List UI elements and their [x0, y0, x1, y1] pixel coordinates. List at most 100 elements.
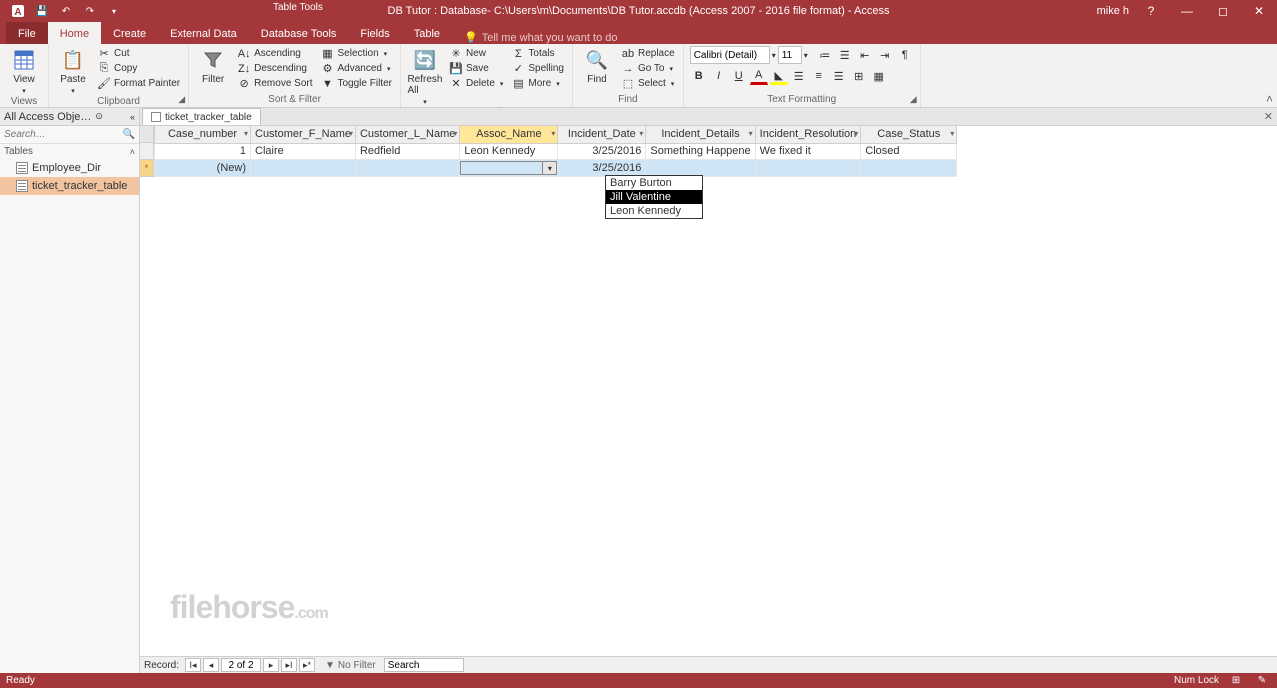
remove-sort-button[interactable]: ⊘Remove Sort: [235, 76, 314, 91]
collapse-ribbon-icon[interactable]: ˄: [1266, 92, 1273, 106]
tab-home[interactable]: Home: [48, 22, 101, 44]
column-header[interactable]: Incident_Date▾: [558, 126, 646, 143]
tab-file[interactable]: File: [6, 22, 48, 44]
indent-increase-icon[interactable]: ⇥: [876, 46, 894, 64]
numbering-icon[interactable]: ☰: [836, 46, 854, 64]
format-painter-button[interactable]: 🖌Format Painter: [95, 76, 182, 91]
align-center-icon[interactable]: ≡: [810, 67, 828, 85]
select-button[interactable]: ⬚Select▾: [619, 76, 677, 91]
bullets-icon[interactable]: ≔: [816, 46, 834, 64]
record-position-input[interactable]: [221, 658, 261, 672]
goto-button[interactable]: →Go To▾: [619, 61, 677, 76]
undo-icon[interactable]: ↶: [56, 2, 76, 20]
table-row[interactable]: 1ClaireRedfieldLeon Kennedy3/25/2016Some…: [155, 143, 957, 160]
column-filter-icon[interactable]: ▾: [244, 129, 248, 138]
cut-button[interactable]: ✂Cut: [95, 46, 182, 61]
font-color-button[interactable]: A: [750, 67, 768, 85]
nav-section-tables[interactable]: Tables ˄: [0, 144, 139, 159]
descending-button[interactable]: Z↓Descending: [235, 61, 314, 76]
selection-button[interactable]: ▦Selection▾: [319, 46, 394, 61]
advanced-button[interactable]: ⚙Advanced▾: [319, 61, 394, 76]
cell[interactable]: We fixed it: [755, 143, 861, 160]
prev-record-button[interactable]: ◂: [203, 658, 219, 672]
replace-button[interactable]: abReplace: [619, 46, 677, 61]
dropdown-option[interactable]: Leon Kennedy: [606, 204, 702, 218]
next-record-button[interactable]: ▸: [263, 658, 279, 672]
new-row-selector[interactable]: *: [140, 160, 153, 177]
minimize-button[interactable]: —: [1173, 0, 1201, 22]
filter-indicator[interactable]: ▼ No Filter: [325, 660, 376, 671]
refresh-all-button[interactable]: 🔄 Refresh All ▾: [407, 46, 443, 106]
cell[interactable]: (New): [155, 160, 251, 177]
cell[interactable]: Claire: [251, 143, 356, 160]
document-tab-ticket-tracker[interactable]: ticket_tracker_table: [142, 108, 261, 125]
tab-fields[interactable]: Fields: [348, 22, 401, 44]
totals-button[interactable]: ΣTotals: [509, 46, 566, 61]
cell[interactable]: 1: [155, 143, 251, 160]
column-filter-icon[interactable]: ▾: [639, 129, 643, 138]
toggle-filter-button[interactable]: ▼Toggle Filter: [319, 76, 394, 91]
assoc-name-combobox[interactable]: ▾: [460, 161, 557, 175]
tab-table[interactable]: Table: [402, 22, 452, 44]
column-filter-icon[interactable]: ▾: [453, 129, 457, 138]
tab-create[interactable]: Create: [101, 22, 158, 44]
cell[interactable]: [646, 160, 755, 177]
tab-external-data[interactable]: External Data: [158, 22, 249, 44]
clipboard-launcher-icon[interactable]: ◢: [178, 94, 185, 105]
nav-search[interactable]: 🔍: [0, 126, 139, 144]
nav-search-input[interactable]: [4, 129, 123, 140]
cell[interactable]: [251, 160, 356, 177]
more-button[interactable]: ▤More▾: [509, 76, 566, 91]
dropdown-button-icon[interactable]: ▾: [542, 162, 556, 174]
text-formatting-launcher-icon[interactable]: ◢: [910, 94, 917, 105]
column-filter-icon[interactable]: ▾: [854, 129, 858, 138]
record-search-input[interactable]: [384, 658, 464, 672]
column-header[interactable]: Assoc_Name▾: [460, 126, 558, 143]
italic-button[interactable]: I: [710, 67, 728, 85]
text-direction-icon[interactable]: ¶: [896, 46, 914, 64]
filter-button[interactable]: Filter: [195, 46, 231, 85]
find-button[interactable]: 🔍 Find: [579, 46, 615, 85]
chevron-down-icon[interactable]: ▾: [772, 51, 776, 60]
cell[interactable]: [861, 160, 957, 177]
nav-header[interactable]: All Access Obje… ⊙ «: [0, 108, 139, 126]
copy-button[interactable]: ⎘Copy: [95, 61, 182, 76]
indent-decrease-icon[interactable]: ⇤: [856, 46, 874, 64]
ascending-button[interactable]: A↓Ascending: [235, 46, 314, 61]
new-record-row[interactable]: (New) ▾3/25/2016: [155, 160, 957, 177]
fill-color-button[interactable]: ◣: [770, 67, 788, 85]
column-header[interactable]: Case_number▾: [155, 126, 251, 143]
delete-button[interactable]: ✕Delete▾: [447, 76, 505, 91]
underline-button[interactable]: U: [730, 67, 748, 85]
tab-database-tools[interactable]: Database Tools: [249, 22, 349, 44]
cell[interactable]: [355, 160, 459, 177]
qat-customize-icon[interactable]: ▾: [104, 2, 124, 20]
chevron-down-icon[interactable]: ▾: [804, 51, 808, 60]
align-right-icon[interactable]: ☰: [830, 67, 848, 85]
new-record-button[interactable]: ▸*: [299, 658, 315, 672]
help-button[interactable]: ?: [1137, 0, 1165, 22]
column-header[interactable]: Customer_L_Name▾: [355, 126, 459, 143]
gridlines-icon[interactable]: ⊞: [850, 67, 868, 85]
cell[interactable]: Closed: [861, 143, 957, 160]
column-header[interactable]: Incident_Details▾: [646, 126, 755, 143]
column-filter-icon[interactable]: ▾: [950, 129, 954, 138]
collapse-nav-icon[interactable]: «: [130, 112, 135, 122]
last-record-button[interactable]: ▸I: [281, 658, 297, 672]
dropdown-option[interactable]: Barry Burton: [606, 176, 702, 190]
spelling-button[interactable]: ✓Spelling: [509, 61, 566, 76]
maximize-button[interactable]: ◻: [1209, 0, 1237, 22]
user-name[interactable]: mike h: [1097, 5, 1129, 17]
column-filter-icon[interactable]: ▾: [551, 129, 555, 138]
nav-item-ticket-tracker[interactable]: ticket_tracker_table: [0, 177, 139, 195]
cell[interactable]: [755, 160, 861, 177]
column-header[interactable]: Case_Status▾: [861, 126, 957, 143]
paste-button[interactable]: 📋 Paste ▾: [55, 46, 91, 95]
cell[interactable]: Leon Kennedy: [460, 143, 558, 160]
cell[interactable]: 3/25/2016: [558, 160, 646, 177]
close-button[interactable]: ✕: [1245, 0, 1273, 22]
save-button[interactable]: 💾Save: [447, 61, 505, 76]
design-view-button[interactable]: ✎: [1253, 674, 1271, 687]
column-filter-icon[interactable]: ▾: [349, 129, 353, 138]
nav-item-employee-dir[interactable]: Employee_Dir: [0, 159, 139, 177]
